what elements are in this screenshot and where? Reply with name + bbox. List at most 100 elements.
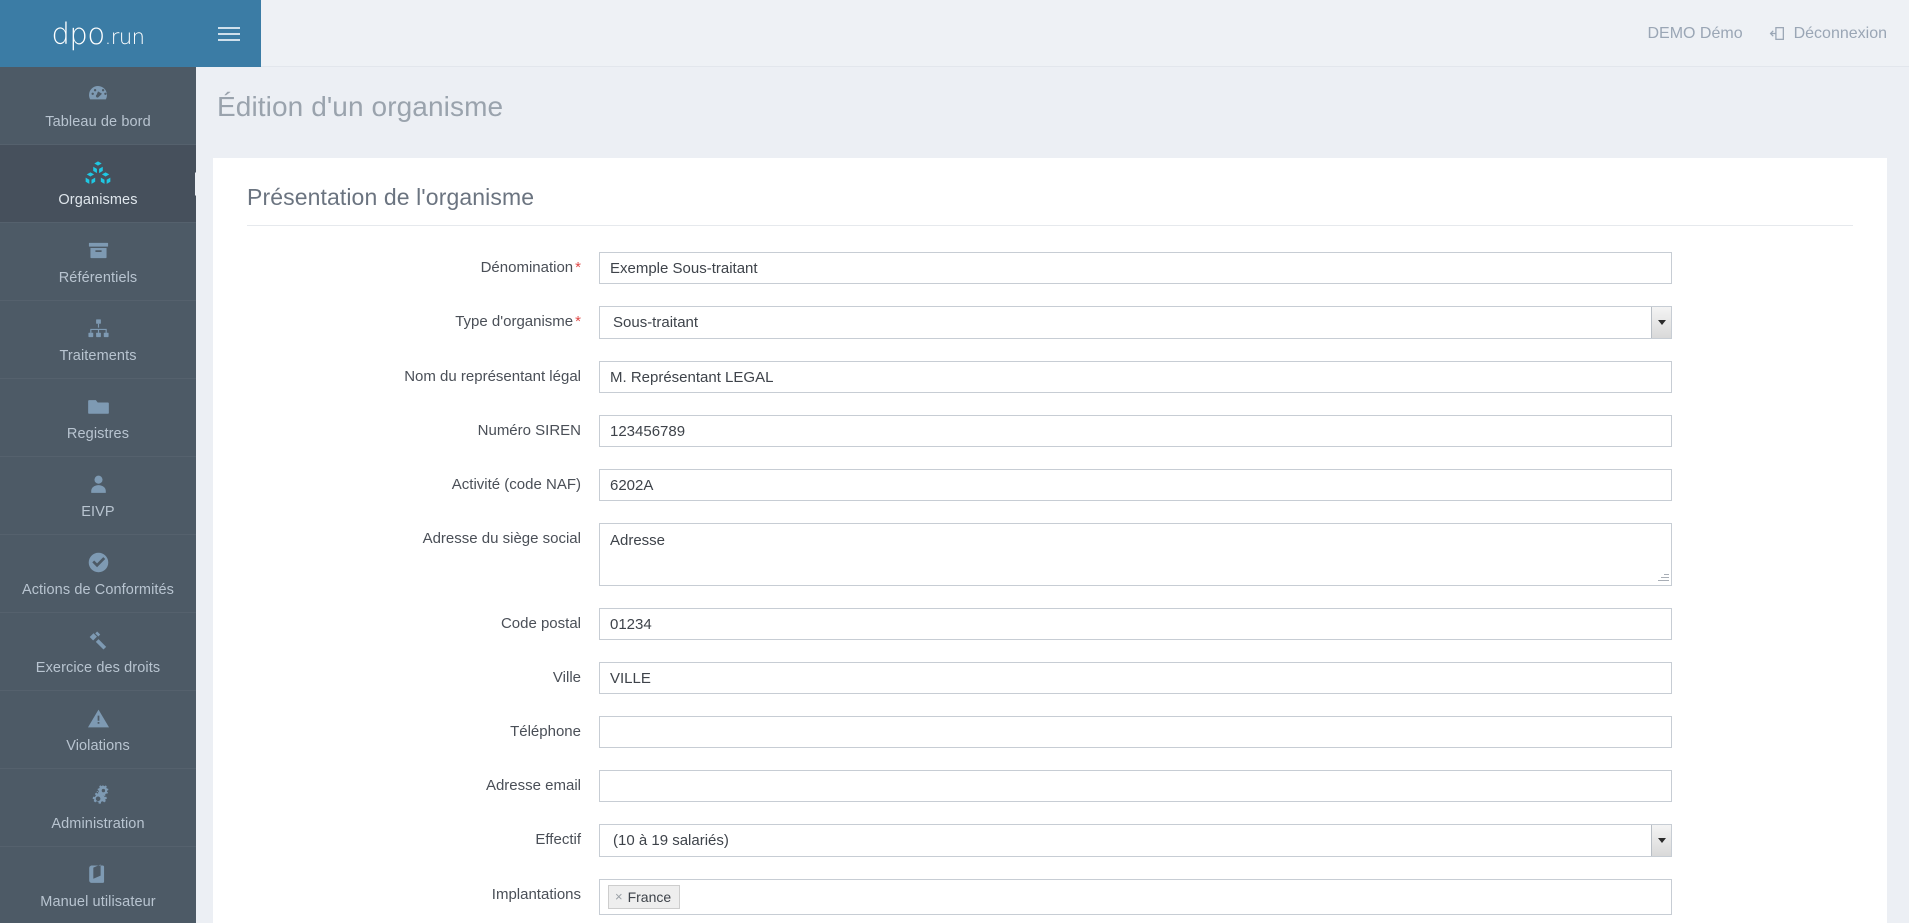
hamburger-icon[interactable] [196,0,261,67]
app-logo: dpo.run [52,17,145,51]
hamburger-bars [217,23,240,45]
sidebar-item-label: Manuel utilisateur [40,894,156,910]
implantation-tag[interactable]: × France [608,885,681,909]
required-marker: * [575,259,581,276]
field-label-adresse-email: Adresse email [247,770,599,794]
label-text: Numéro SIREN [477,422,581,439]
label-text: Téléphone [510,723,581,740]
sidebar-item-organismes[interactable]: Organismes [0,145,196,223]
label-text: Implantations [491,886,581,903]
sidebar-item-manuel-utilisateur[interactable]: Manuel utilisateur [0,847,196,923]
form-row-ville: Ville [247,662,1853,694]
logo-suffix-text: .run [104,24,145,49]
warning-triangle-icon [87,705,110,731]
denomination-input[interactable] [599,252,1672,284]
form-row-code-naf: Activité (code NAF) [247,469,1853,501]
field-label-type-organisme: Type d'organisme * [247,306,599,330]
sidebar-item-registres[interactable]: Registres [0,379,196,457]
required-marker: * [575,313,581,330]
sidebar-item-label: Organismes [58,192,138,208]
sidebar-item-label: Exercice des droits [35,660,161,676]
representant-legal-input[interactable] [599,361,1672,393]
implantation-tag-label: France [627,888,672,905]
top-header-bar: dpo.run DEMO Démo Déconnexion [0,0,1909,67]
brand-logo-area[interactable]: dpo.run [0,0,196,67]
page-title: Édition d'un organisme [217,91,504,122]
sidebar-navigation: Tableau de bord Organismes Référentiels [0,67,196,923]
sidebar-item-label: EIVP [81,504,115,520]
adresse-email-input[interactable] [599,770,1672,802]
sidebar-item-label: Tableau de bord [45,114,151,130]
gavel-icon [87,627,110,653]
organisme-form-card: Présentation de l'organisme Dénomination… [213,158,1887,923]
logo-main-text: dpo [51,16,106,51]
form-row-adresse-siege: Adresse du siège social Adresse [247,523,1853,586]
form-row-code-postal: Code postal [247,608,1853,640]
field-label-implantations: Implantations [247,879,599,903]
field-label-code-postal: Code postal [247,608,599,632]
label-text: Type d'organisme [455,313,574,330]
form-row-telephone: Téléphone [247,716,1853,748]
label-text: Code postal [500,615,581,632]
form-section-title: Présentation de l'organisme [247,184,1853,226]
user-name-label: DEMO Démo [1647,24,1743,42]
book-icon [87,861,110,887]
cubes-icon [85,159,111,185]
telephone-input[interactable] [599,716,1672,748]
label-text: Adresse du siège social [422,530,581,547]
sidebar-item-violations[interactable]: Violations [0,691,196,769]
label-text: Adresse email [485,777,581,794]
form-row-siren: Numéro SIREN [247,415,1853,447]
sidebar-item-label: Traitements [59,348,137,364]
sidebar-item-exercice-des-droits[interactable]: Exercice des droits [0,613,196,691]
adresse-siege-textarea[interactable]: Adresse [599,523,1672,586]
siren-input[interactable] [599,415,1672,447]
sidebar-item-label: Violations [66,738,130,754]
check-circle-icon [87,549,110,575]
field-label-effectif: Effectif [247,824,599,848]
logout-button[interactable]: Déconnexion [1769,25,1887,43]
label-text: Nom du représentant légal [404,368,581,385]
sidebar-item-label: Administration [51,816,145,832]
dashboard-gauge-icon [86,81,110,107]
sitemap-icon [87,315,110,341]
implantations-tag-input[interactable]: × France [599,879,1672,915]
user-icon [87,471,110,497]
archive-box-icon [87,237,110,263]
sidebar-item-actions-de-conformites[interactable]: Actions de Conformités [0,535,196,613]
gears-icon [86,783,110,809]
main-content-area: Édition d'un organisme Présentation de l… [196,67,1909,923]
field-label-telephone: Téléphone [247,716,599,740]
sidebar-item-traitements[interactable]: Traitements [0,301,196,379]
label-text: Ville [552,669,581,686]
header-right-actions: DEMO Démo Déconnexion [1647,0,1887,67]
effectif-select[interactable]: (10 à 19 salariés) [599,824,1672,857]
code-postal-input[interactable] [599,608,1672,640]
ville-input[interactable] [599,662,1672,694]
sidebar-item-referentiels[interactable]: Référentiels [0,223,196,301]
sidebar-item-label: Référentiels [58,270,138,286]
form-row-adresse-email: Adresse email [247,770,1853,802]
sidebar-item-administration[interactable]: Administration [0,769,196,847]
field-label-siren: Numéro SIREN [247,415,599,439]
field-label-code-naf: Activité (code NAF) [247,469,599,493]
form-row-denomination: Dénomination * [247,252,1853,284]
field-label-representant-legal: Nom du représentant légal [247,361,599,385]
sidebar-item-label: Actions de Conformités [21,582,175,598]
form-row-representant-legal: Nom du représentant légal [247,361,1853,393]
logout-icon [1769,25,1786,42]
field-label-ville: Ville [247,662,599,686]
sidebar-item-tableau-de-bord[interactable]: Tableau de bord [0,67,196,145]
logout-label: Déconnexion [1793,24,1887,42]
form-row-effectif: Effectif (10 à 19 salariés) [247,824,1853,857]
code-naf-input[interactable] [599,469,1672,501]
field-label-adresse-siege: Adresse du siège social [247,523,599,547]
remove-tag-icon[interactable]: × [615,889,623,904]
label-text: Dénomination [480,259,574,276]
type-organisme-select[interactable]: Sous-traitant [599,306,1672,339]
sidebar-item-eivp[interactable]: EIVP [0,457,196,535]
form-row-implantations: Implantations × France [247,879,1853,915]
folder-icon [87,393,110,419]
sidebar-item-label: Registres [66,426,130,442]
label-text: Effectif [535,831,581,848]
